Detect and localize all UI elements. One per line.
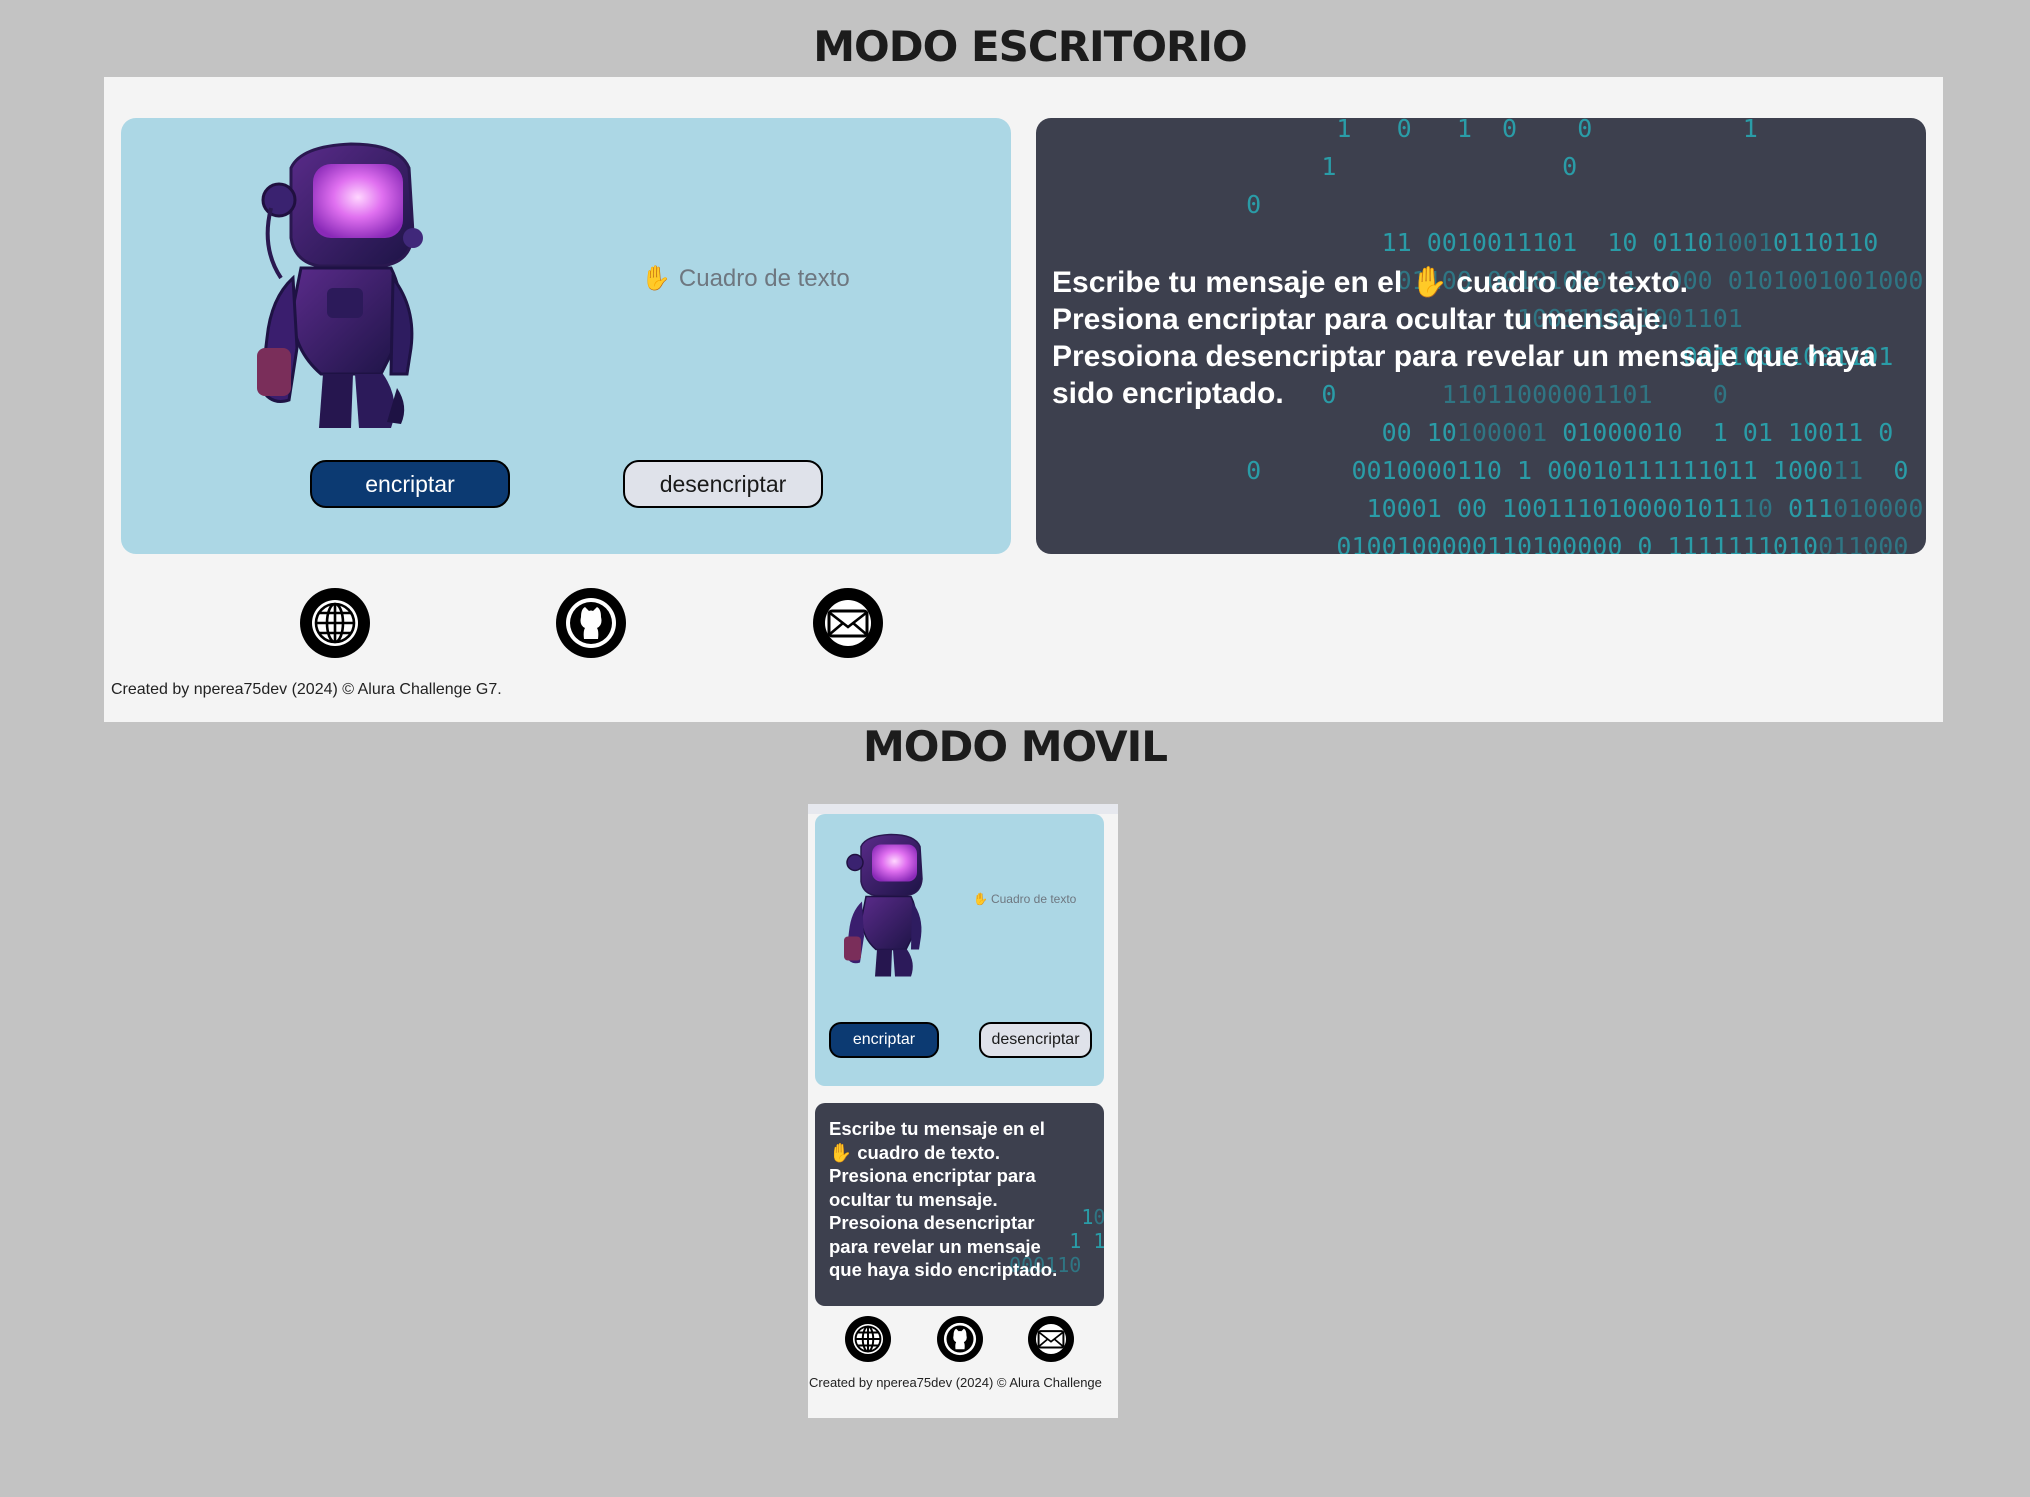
mobile-input-panel: ✋ Cuadro de texto encriptar desencriptar (815, 814, 1104, 1086)
instructions-mline-3: para revelar un mensaje (829, 1235, 1041, 1257)
mobile-decrypt-button[interactable]: desencriptar (979, 1022, 1092, 1058)
text-input-area[interactable]: ✋ Cuadro de texto (641, 264, 850, 293)
instructions-mline-2: Presoiona desencriptar (829, 1212, 1035, 1233)
info-panel: 1 0 1 0 0 1 1 0 0 11 0010011101 10 01101… (1036, 118, 1926, 554)
mobile-frame: ✋ Cuadro de texto encriptar desencriptar… (808, 804, 1118, 1418)
text-input-placeholder: Cuadro de texto (990, 892, 1077, 906)
input-panel: ✋ Cuadro de texto encriptar desencriptar (121, 118, 1011, 554)
mobile-text-input-area[interactable]: ✋ Cuadro de texto (973, 892, 1076, 906)
instructions-line2: Presiona encriptar para ocultar tu mensa… (1052, 303, 1669, 336)
encrypt-button[interactable]: encriptar (310, 460, 510, 508)
mobile-mode-heading: MODO MOVIL (863, 722, 1168, 771)
hand-icon: ✋ (973, 892, 988, 906)
instructions-mline-1: ocultar tu mensaje. (829, 1188, 998, 1210)
hand-icon: ✋ (1410, 266, 1448, 299)
instructions-line1a: Escribe tu mensaje en el (829, 1118, 1045, 1139)
mobile-encrypt-button[interactable]: encriptar (829, 1022, 939, 1058)
desktop-mode-heading: MODO ESCRITORIO (813, 22, 1247, 71)
instructions-line3: Presoiona desencriptar para revelar un m… (1052, 340, 1876, 410)
instructions-line1b: cuadro de texto. (857, 1141, 1001, 1163)
globe-icon[interactable] (300, 588, 370, 658)
mail-icon[interactable] (813, 588, 883, 658)
hand-icon: ✋ (641, 265, 671, 292)
astronaut-robot-image (844, 833, 923, 977)
github-icon[interactable] (937, 1316, 983, 1362)
instructions-text: Escribe tu mensaje en el ✋ cuadro de tex… (1052, 264, 1882, 412)
desktop-frame: ✋ Cuadro de texto encriptar desencriptar… (104, 77, 1943, 722)
mobile-info-panel: 1 100 1 10 000110 Escribe tu mensaje en … (815, 1103, 1104, 1306)
instructions-mline-0: Presiona encriptar para (829, 1165, 1036, 1186)
hand-icon: ✋ (829, 1141, 853, 1163)
mobile-footer-credit: Created by nperea75dev (2024) © Alura Ch… (809, 1375, 1102, 1390)
footer-credit: Created by nperea75dev (2024) © Alura Ch… (111, 681, 502, 698)
instructions-line1a: Escribe tu mensaje en el (1052, 266, 1403, 299)
mail-icon[interactable] (1028, 1316, 1074, 1362)
mobile-instructions-text: Escribe tu mensaje en el ✋ cuadro de tex… (829, 1117, 1099, 1282)
github-icon[interactable] (556, 588, 626, 658)
astronaut-robot-image (257, 142, 423, 428)
instructions-line1b: cuadro de texto. (1456, 266, 1688, 299)
instructions-mline-4: que haya sido encriptado. (829, 1259, 1058, 1280)
decrypt-button[interactable]: desencriptar (623, 460, 823, 508)
globe-icon[interactable] (845, 1316, 891, 1362)
text-input-placeholder: Cuadro de texto (678, 264, 850, 292)
mobile-top-bar (808, 804, 1118, 814)
